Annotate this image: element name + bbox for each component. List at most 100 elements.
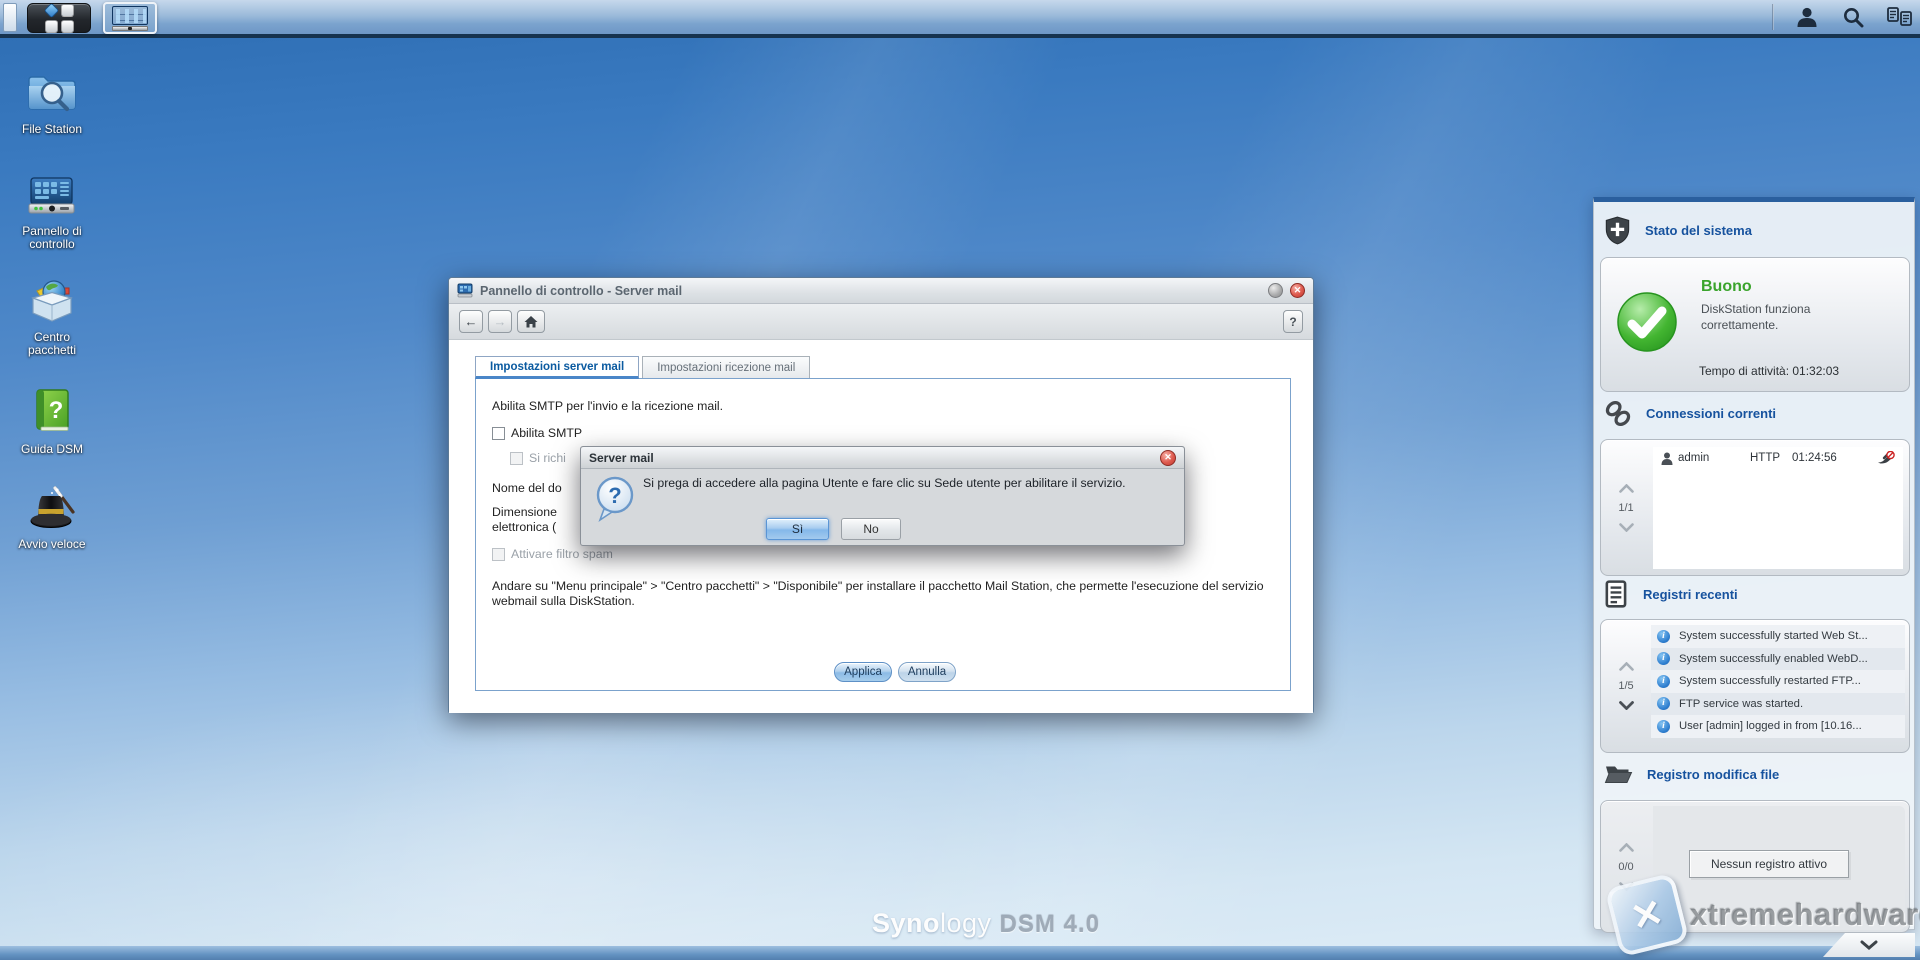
connections-header: Connessioni correnti <box>1604 400 1776 427</box>
synology-logo: Synology DSM 4.0 <box>872 908 1100 939</box>
dialog-titlebar[interactable]: Server mail ✕ <box>581 447 1184 469</box>
connections-title: Connessioni correnti <box>1646 406 1776 421</box>
xtremehardware-logo-icon: ✕ <box>1605 873 1690 958</box>
watermark-text: xtremehardware.com <box>1690 897 1920 933</box>
log-row: i System successfully enabled WebD... <box>1651 648 1905 671</box>
folder-icon <box>1604 762 1633 786</box>
status-ok-icon <box>1615 290 1679 354</box>
dsm-help-icon: ? <box>31 388 73 434</box>
recent-logs-title: Registri recenti <box>1643 587 1738 602</box>
enable-smtp-checkbox[interactable] <box>492 427 505 440</box>
auth-required-checkbox <box>510 452 523 465</box>
window-toolbar: ← → ? <box>449 304 1313 340</box>
window-title-icon <box>457 283 473 298</box>
tab-mail-receive-settings[interactable]: Impostazioni ricezione mail <box>642 356 810 379</box>
pilot-view-icon[interactable] <box>1886 4 1912 30</box>
forward-button[interactable]: → <box>488 310 512 333</box>
window-close-button[interactable]: ✕ <box>1290 283 1305 298</box>
pager-up-icon[interactable] <box>1619 662 1634 671</box>
info-icon: i <box>1657 720 1670 733</box>
watermark: ✕ xtremehardware.com <box>1612 880 1920 950</box>
main-menu-icon <box>45 4 74 33</box>
home-button[interactable] <box>517 310 545 333</box>
link-icon <box>1604 400 1632 427</box>
connections-card: 1/1 admin HTTP 01:24:56 <box>1600 439 1910 576</box>
mail-size-label-line2: elettronica ( <box>492 520 556 534</box>
connection-protocol: HTTP <box>1750 452 1792 464</box>
window-titlebar[interactable]: Pannello di controllo - Server mail ✕ <box>449 278 1313 304</box>
spam-filter-row: Attivare filtro spam <box>492 547 613 561</box>
enable-smtp-row: Abilita SMTP <box>492 426 582 440</box>
dialog-body: ? Si prega di accedere alla pagina Utent… <box>581 469 1184 545</box>
info-icon: i <box>1657 697 1670 710</box>
desktop: File Station Pannello di controllo <box>0 0 1920 960</box>
uptime-text: Tempo di attività: 01:32:03 <box>1699 364 1839 378</box>
widget-panel: Stato del sistema Buono DiskStation funz… <box>1593 197 1915 930</box>
log-row: i FTP service was started. <box>1651 693 1905 716</box>
logs-page-label: 1/5 <box>1618 680 1633 692</box>
user-icon[interactable] <box>1794 4 1820 30</box>
mail-station-note: Andare su "Menu principale" > "Centro pa… <box>492 579 1270 609</box>
disconnect-icon[interactable] <box>1877 451 1895 465</box>
system-status-card: Buono DiskStation funziona correttamente… <box>1600 257 1910 392</box>
log-row: i User [admin] logged in from [10.16... <box>1651 715 1905 738</box>
log-text: System successfully restarted FTP... <box>1679 675 1861 687</box>
enable-smtp-label: Abilita SMTP <box>511 426 582 440</box>
file-log-title: Registro modifica file <box>1647 767 1779 782</box>
log-document-icon <box>1604 580 1629 609</box>
desktop-icon-file-station[interactable]: File Station <box>10 70 94 136</box>
status-description: DiskStation funziona correttamente. <box>1701 301 1836 333</box>
info-icon: i <box>1657 652 1670 665</box>
recent-logs-card: 1/5 i System successfully started Web St… <box>1600 619 1910 753</box>
server-mail-dialog: Server mail ✕ ? Si prega di accedere all… <box>580 446 1185 546</box>
dialog-close-button[interactable]: ✕ <box>1160 450 1176 466</box>
logs-pager: 1/5 <box>1601 620 1651 752</box>
apply-button[interactable]: Applica <box>834 662 892 682</box>
tab-bar: Impostazioni server mail Impostazioni ri… <box>475 356 810 379</box>
show-desktop-button[interactable] <box>3 3 17 32</box>
cancel-button[interactable]: Annulla <box>898 662 956 682</box>
desktop-icon-label: Pannello di controllo <box>10 225 94 251</box>
connection-row: admin HTTP 01:24:56 <box>1653 447 1903 469</box>
home-icon <box>524 315 538 328</box>
taskbar-divider <box>1772 4 1774 30</box>
system-status-title: Stato del sistema <box>1645 223 1752 238</box>
main-menu-button[interactable] <box>27 3 91 33</box>
window-minimize-button[interactable] <box>1268 283 1283 298</box>
pager-down-icon[interactable] <box>1619 523 1634 532</box>
dsm-version: DSM 4.0 <box>1000 911 1100 939</box>
desktop-icon-quick-start[interactable]: Avvio veloce <box>10 485 94 551</box>
info-icon: i <box>1657 675 1670 688</box>
pager-up-icon[interactable] <box>1619 484 1634 493</box>
desktop-icon-label: Guida DSM <box>10 443 94 456</box>
tab-server-mail-settings[interactable]: Impostazioni server mail <box>475 356 639 379</box>
taskbar-item-control-panel[interactable] <box>103 2 157 34</box>
desktop-icon-dsm-help[interactable]: ? Guida DSM <box>10 388 94 456</box>
taskbar <box>0 0 1920 38</box>
no-button[interactable]: No <box>841 518 901 540</box>
pager-up-icon[interactable] <box>1619 843 1634 852</box>
connections-list: admin HTTP 01:24:56 <box>1653 447 1903 569</box>
auth-required-row: Si richi <box>510 451 566 465</box>
search-icon[interactable] <box>1840 4 1866 30</box>
mail-size-label-line1: Dimensione <box>492 505 557 519</box>
file-station-icon <box>25 70 79 114</box>
log-text: User [admin] logged in from [10.16... <box>1679 720 1862 732</box>
package-center-icon <box>27 278 77 322</box>
synology-wordmark: Synology <box>872 908 992 939</box>
connection-user-icon <box>1661 452 1673 465</box>
log-text: System successfully enabled WebD... <box>1679 653 1868 665</box>
no-active-log-label: Nessun registro attivo <box>1689 850 1849 878</box>
spam-filter-checkbox <box>492 548 505 561</box>
spam-filter-label: Attivare filtro spam <box>511 547 613 561</box>
desktop-icon-package-center[interactable]: Centro pacchetti <box>10 278 94 357</box>
desktop-icon-label: File Station <box>10 123 94 136</box>
desktop-icon-control-panel[interactable]: Pannello di controllo <box>10 176 94 251</box>
system-status-header: Stato del sistema <box>1604 216 1752 245</box>
yes-button[interactable]: Sì <box>766 518 829 540</box>
pager-down-icon[interactable] <box>1619 701 1634 710</box>
help-button[interactable]: ? <box>1283 310 1303 333</box>
back-button[interactable]: ← <box>459 310 483 333</box>
control-panel-icon <box>112 6 148 31</box>
recent-logs-header: Registri recenti <box>1604 580 1738 609</box>
